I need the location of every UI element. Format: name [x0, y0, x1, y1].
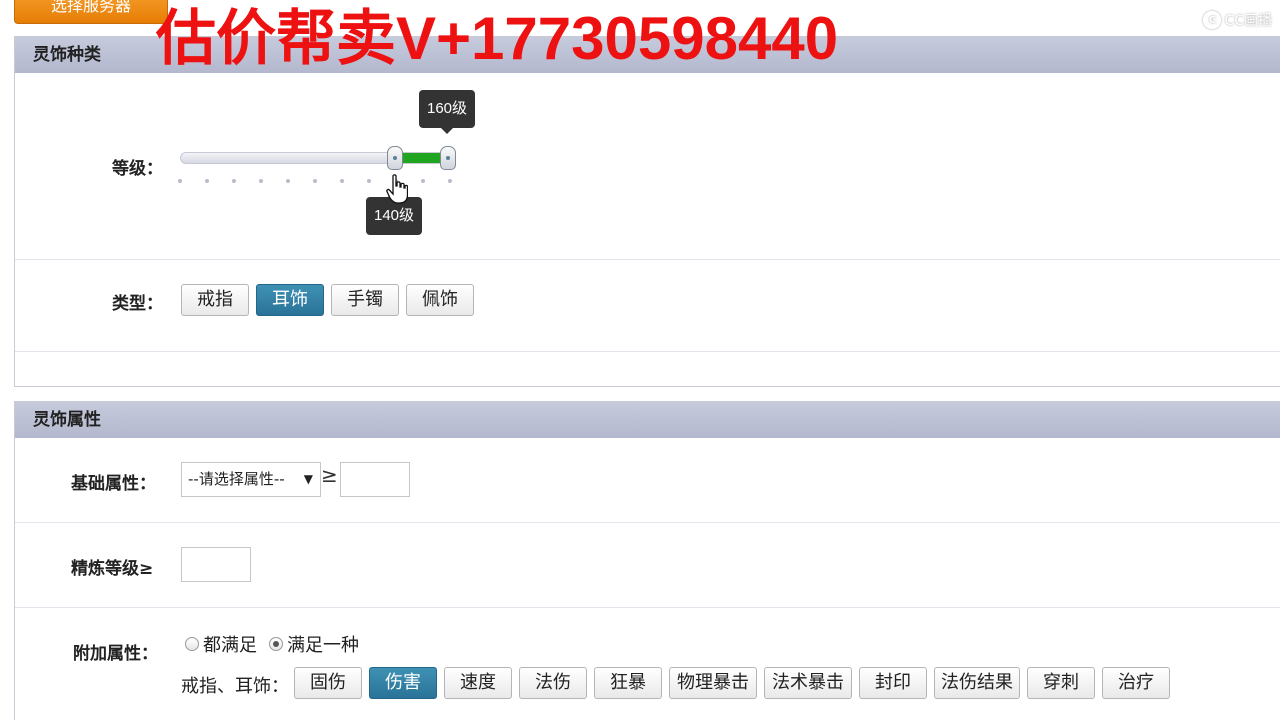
attr-option-magic-result[interactable]: 法伤结果 [934, 667, 1020, 699]
attr-option-fixed-damage[interactable]: 固伤 [294, 667, 362, 699]
type-option-earring[interactable]: 耳饰 [256, 284, 324, 316]
cc-logo-text: CC画播 [1224, 13, 1272, 29]
type-option-ring[interactable]: 戒指 [181, 284, 249, 316]
refine-level-input[interactable] [181, 547, 251, 582]
extra-attr-row: 附加属性： 都满足 满足一种 戒指、耳饰： 固伤 伤害 速度 法伤 狂暴 物理暴… [15, 608, 1280, 720]
basic-attr-select[interactable]: --请选择属性-- ▼ [181, 462, 321, 497]
attr-option-magic-damage[interactable]: 法伤 [519, 667, 587, 699]
slider-tick [259, 179, 263, 183]
level-tooltip-high: 160级 [419, 90, 476, 134]
cc-logo-icon: C [1203, 11, 1222, 29]
attr-option-damage[interactable]: 伤害 [369, 667, 437, 699]
slider-tick [448, 179, 452, 183]
radio-all-match[interactable]: 都满足 [185, 631, 257, 657]
attr-option-seal[interactable]: 封印 [859, 667, 927, 699]
gte-symbol: ≥ [321, 463, 338, 487]
attr-option-speed[interactable]: 速度 [444, 667, 512, 699]
cc-logo: C CC画播 [1203, 10, 1272, 30]
slider-tick [232, 179, 236, 183]
slider-tick [367, 179, 371, 183]
type-label: 类型： [112, 294, 163, 314]
type-option-pendant[interactable]: 佩饰 [406, 284, 474, 316]
dropdown-arrow-icon: ▼ [303, 472, 313, 486]
ring-earring-label: 戒指、耳饰： [181, 676, 289, 697]
panel-header-attr: 灵饰属性 [15, 402, 1280, 438]
extra-attr-options: 固伤 伤害 速度 法伤 狂暴 物理暴击 法术暴击 封印 法伤结果 穿刺 治疗 [294, 667, 1177, 699]
type-options: 戒指 耳饰 手镯 佩饰 [181, 284, 481, 316]
level-label: 等级： [112, 159, 163, 179]
slider-tick [421, 179, 425, 183]
basic-attr-value-input[interactable] [340, 462, 410, 497]
attr-option-rage[interactable]: 狂暴 [594, 667, 662, 699]
level-row: 等级： [15, 73, 1280, 260]
slider-tick [178, 179, 182, 183]
select-server-button[interactable]: 选择服务器 [14, 0, 168, 24]
slider-tick [286, 179, 290, 183]
attr-option-phys-crit[interactable]: 物理暴击 [669, 667, 757, 699]
slider-tick [340, 179, 344, 183]
extra-attr-label: 附加属性： [73, 644, 158, 664]
attr-option-magic-crit[interactable]: 法术暴击 [764, 667, 852, 699]
match-mode-radios: 都满足 满足一种 [185, 631, 371, 657]
type-row: 类型： 戒指 耳饰 手镯 佩饰 [15, 260, 1280, 352]
attr-option-pierce[interactable]: 穿刺 [1027, 667, 1095, 699]
radio-one-label: 满足一种 [287, 635, 359, 656]
refine-label: 精炼等级≥ [71, 559, 154, 579]
watermark-text: 估价帮卖V+17730598440 [156, 5, 839, 72]
level-slider-handle-low[interactable] [387, 146, 403, 170]
attr-option-heal[interactable]: 治疗 [1102, 667, 1170, 699]
hand-cursor-icon [386, 174, 408, 204]
basic-attr-label: 基础属性： [71, 474, 156, 494]
slider-tick [205, 179, 209, 183]
basic-attr-select-value: --请选择属性-- [188, 470, 285, 488]
jewelry-type-panel: 灵饰种类 等级： 类型： 戒指 耳饰 手镯 佩饰 [14, 36, 1280, 387]
level-slider-handle-high[interactable] [440, 146, 456, 170]
radio-one-match[interactable]: 满足一种 [269, 631, 359, 657]
slider-tick [313, 179, 317, 183]
type-option-bracelet[interactable]: 手镯 [331, 284, 399, 316]
radio-all-label: 都满足 [203, 635, 257, 656]
radio-all-dot[interactable] [185, 637, 199, 651]
radio-one-dot[interactable] [269, 637, 283, 651]
